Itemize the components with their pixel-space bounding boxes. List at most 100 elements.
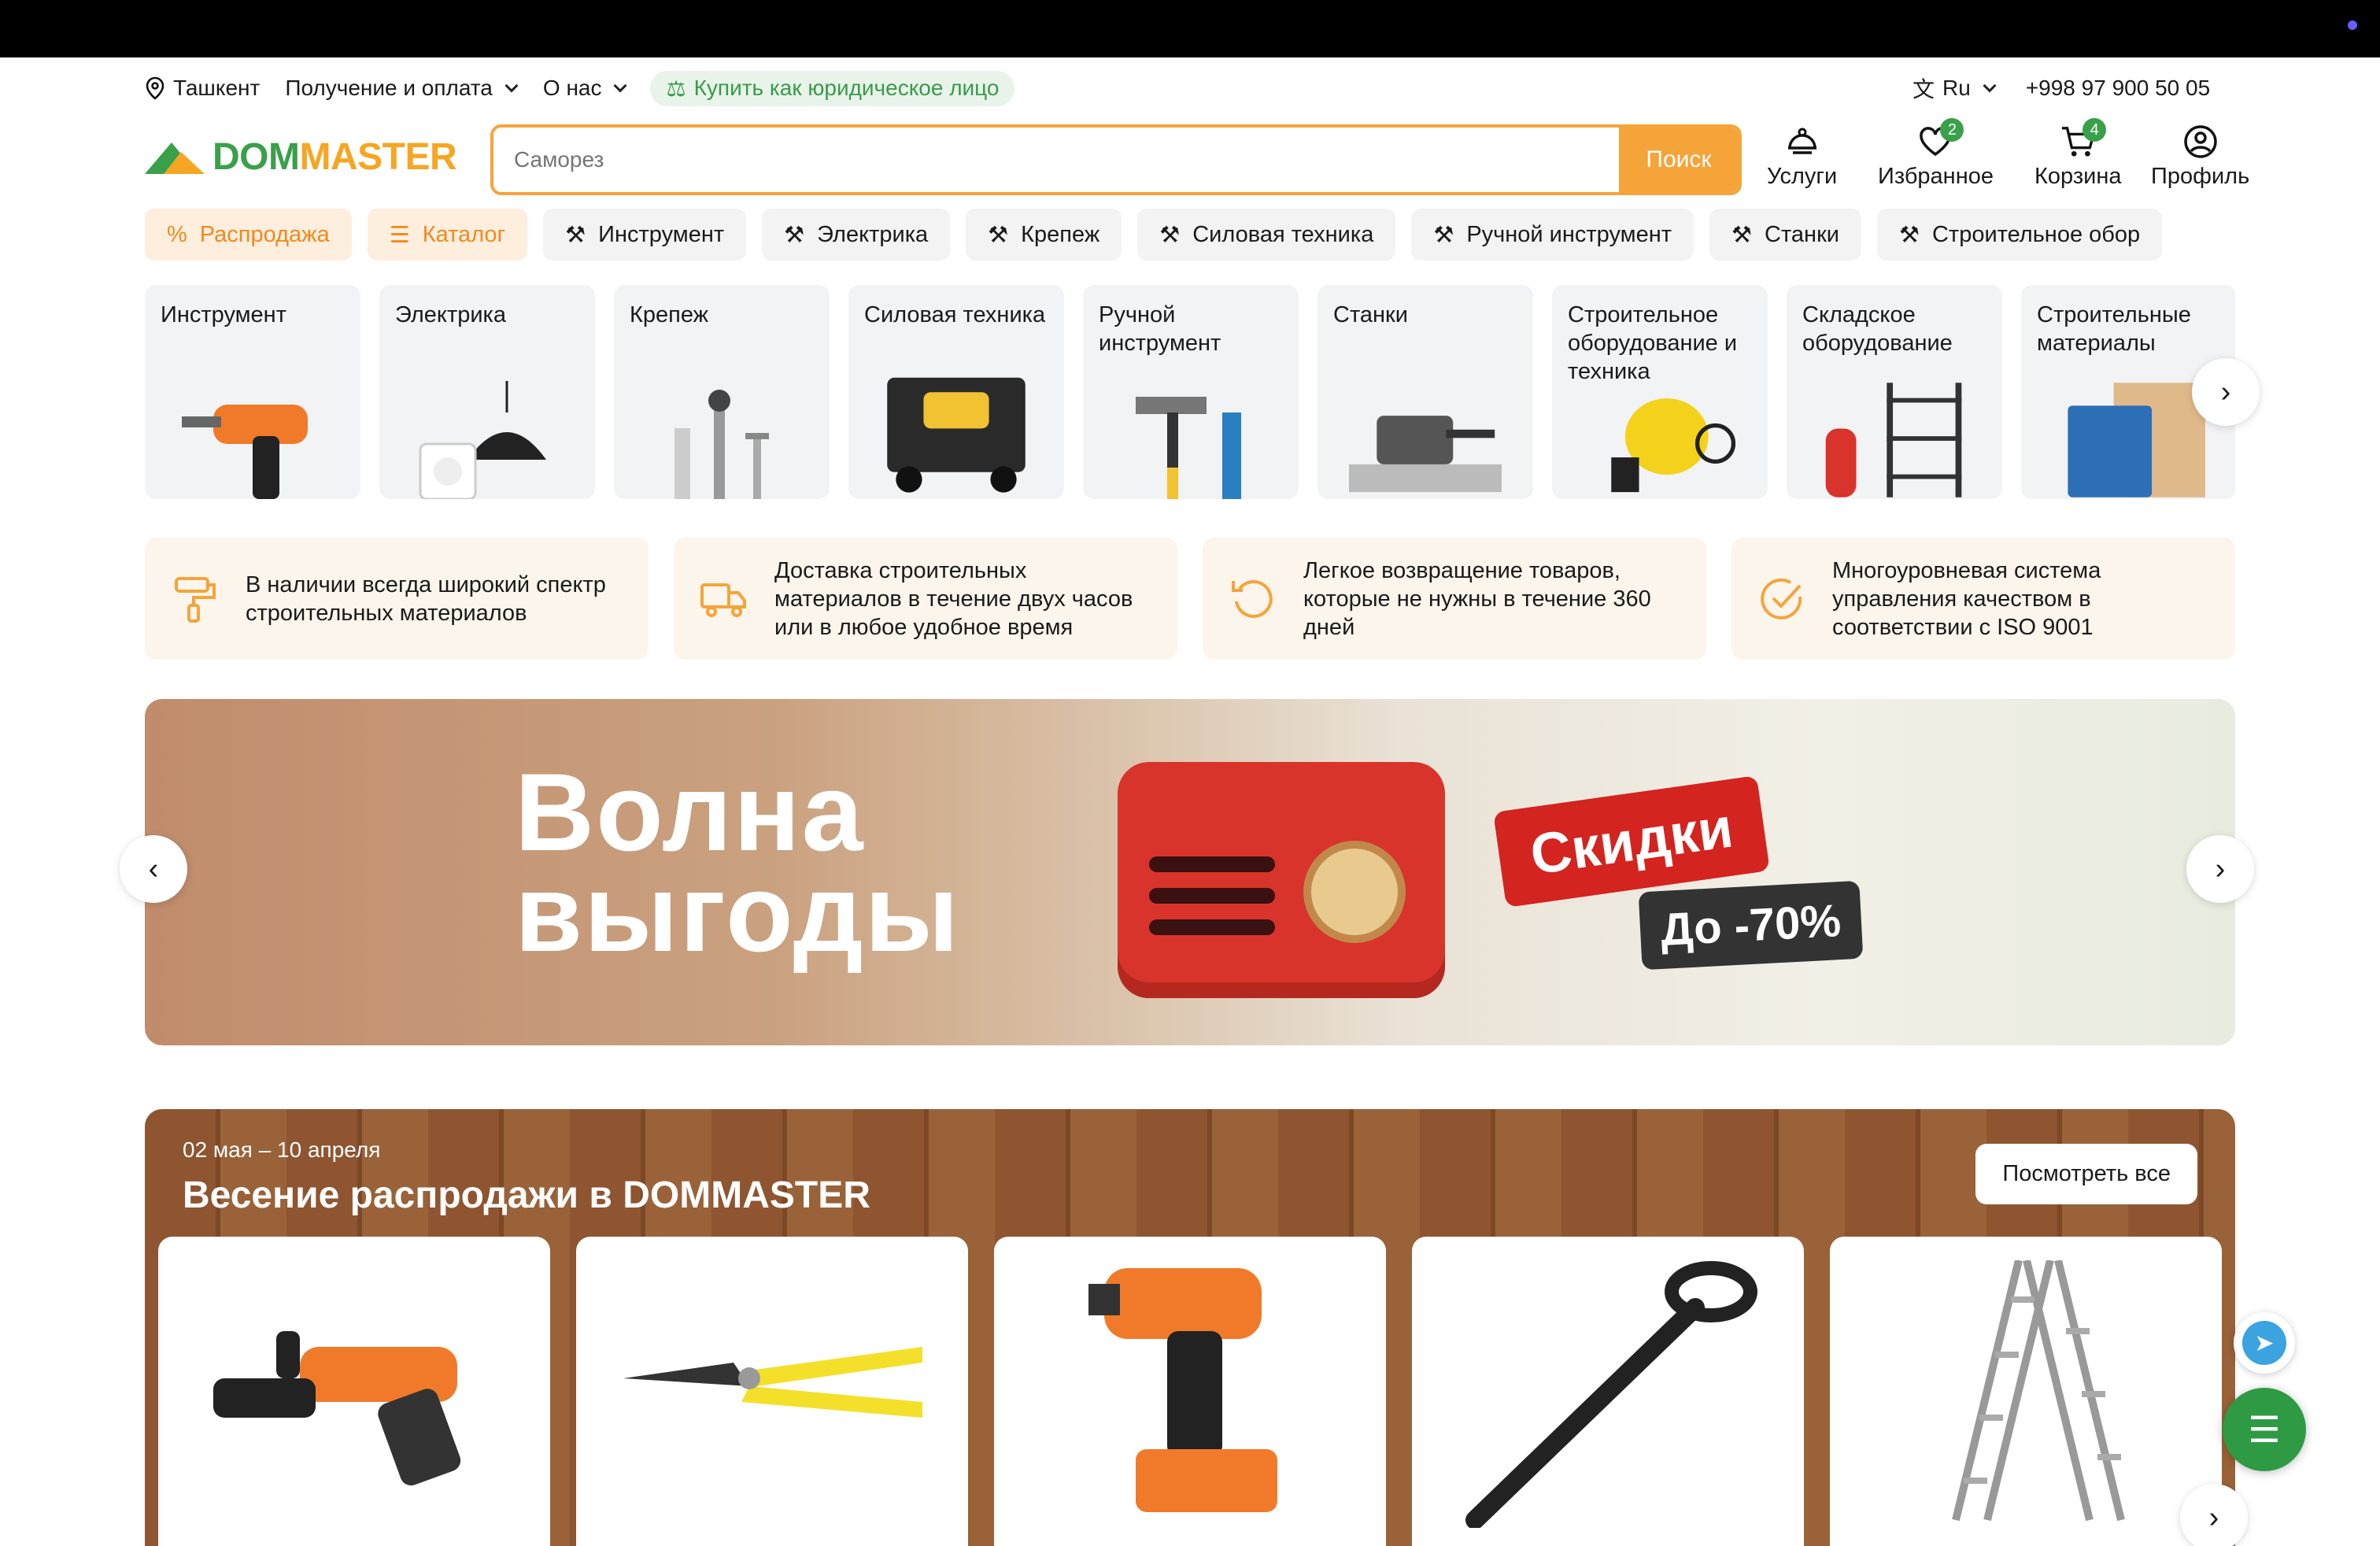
- city-selector[interactable]: Ташкент: [145, 76, 260, 101]
- tools-icon: ⚒: [988, 222, 1009, 248]
- check-circle-icon: [1758, 575, 1805, 623]
- profile-button[interactable]: Профиль: [2151, 124, 2249, 190]
- cement-bag-icon: [2053, 381, 2205, 499]
- category-label: Станки: [1333, 302, 1408, 327]
- promo-date: 02 мая – 10 апреля: [183, 1137, 381, 1162]
- category-label: Силовая техника: [864, 302, 1046, 327]
- favorites-badge: 2: [1940, 118, 1964, 142]
- telegram-button[interactable]: ➤: [2234, 1312, 2295, 1374]
- scales-icon: ⚖: [666, 76, 686, 101]
- paint-roller-icon: [172, 575, 219, 623]
- heart-icon: 2: [1918, 118, 1964, 159]
- chevron-left-icon: ‹: [148, 852, 159, 886]
- chevron-right-icon: ›: [2215, 852, 2226, 886]
- hero-banner[interactable]: Волна выгоды Скидки До -70%: [145, 699, 2235, 1045]
- chip-catalog[interactable]: ☰ Каталог: [367, 209, 528, 261]
- chip-construction[interactable]: ⚒ Строительное обор: [1876, 209, 2163, 261]
- category-card[interactable]: Складское оборудование: [1787, 285, 2002, 499]
- category-card[interactable]: Крепеж: [614, 285, 830, 499]
- language-selector[interactable]: 文 Ru: [1913, 72, 1997, 104]
- chip-instrument[interactable]: ⚒ Инструмент: [543, 209, 747, 261]
- product-card[interactable]: ★★★★☆ 3: [158, 1237, 550, 1546]
- about-menu[interactable]: О нас: [543, 76, 627, 101]
- category-card[interactable]: Ручной инструмент: [1083, 285, 1299, 499]
- category-label: Электрика: [395, 302, 507, 327]
- tools-icon: ⚒: [1731, 222, 1753, 248]
- services-label: Услуги: [1767, 164, 1838, 189]
- chip-power-equipment[interactable]: ⚒ Силовая техника: [1137, 209, 1396, 261]
- favorites-button[interactable]: 2 Избранное: [1878, 118, 1994, 190]
- chip-electrics[interactable]: ⚒ Электрика: [762, 209, 951, 261]
- chevron-down-icon: [1983, 79, 1997, 93]
- cart-button[interactable]: 4 Корзина: [2034, 118, 2122, 190]
- category-card[interactable]: Станки: [1318, 285, 1533, 499]
- search-button[interactable]: Поиск: [1619, 128, 1739, 192]
- category-card[interactable]: Инструмент: [145, 285, 360, 499]
- feature-card: В наличии всегда широкий спектр строител…: [145, 538, 649, 660]
- see-all-button[interactable]: Посмотреть все: [1975, 1144, 2197, 1204]
- product-card[interactable]: ★★★★★ 1: [1412, 1237, 1804, 1546]
- chip-hand-tools[interactable]: ⚒ Ручной инструмент: [1411, 209, 1694, 261]
- radio-dial: [1303, 841, 1406, 943]
- category-card[interactable]: Электрика: [379, 285, 595, 499]
- radio-image: [1118, 762, 1445, 998]
- cart-icon: 4: [2060, 118, 2107, 159]
- product-card[interactable]: ★★★★☆ 2: [994, 1237, 1386, 1546]
- legal-entity-link[interactable]: ⚖ Купить как юридическое лицо: [650, 70, 1015, 106]
- chat-icon: ☰: [2248, 1409, 2281, 1450]
- phone-link[interactable]: +998 97 900 50 05: [2026, 76, 2210, 101]
- services-icon: [1785, 124, 1820, 159]
- feature-text: Легкое возвращение товаров, которые не н…: [1303, 557, 1651, 640]
- favorites-label: Избранное: [1878, 164, 1994, 189]
- chip-label: Крепеж: [1021, 221, 1100, 247]
- search-input[interactable]: [493, 128, 1619, 192]
- banner-title-line1: Волна: [515, 750, 865, 874]
- cordless-drill-image: [1088, 1268, 1277, 1512]
- location-pin-icon: [146, 76, 164, 100]
- product-card[interactable]: ★★★★☆ 1: [576, 1237, 968, 1546]
- chat-button[interactable]: ☰: [2223, 1388, 2306, 1471]
- delivery-label: Получение и оплата: [285, 76, 493, 100]
- category-label: Складское оборудование: [1802, 302, 1953, 356]
- chip-machines[interactable]: ⚒ Станки: [1709, 209, 1861, 261]
- generator-icon: [880, 377, 1033, 499]
- percent-icon: %: [167, 221, 187, 247]
- chip-label: Электрика: [817, 221, 929, 247]
- promo-section: 02 мая – 10 апреля Весение распродажи в …: [145, 1109, 2235, 1546]
- browser-top-bar: [0, 0, 2380, 57]
- ladder-image: [1952, 1260, 2125, 1522]
- feature-text: Многоуровневая система управления качест…: [1832, 557, 2101, 640]
- product-card[interactable]: ★★★★☆ 2: [1830, 1237, 2222, 1546]
- chip-label: Инструмент: [598, 221, 725, 247]
- logo-part-master: MASTER: [299, 136, 457, 178]
- site-logo[interactable]: DOMMASTER: [145, 135, 457, 179]
- banner-next-button[interactable]: ›: [2186, 835, 2254, 903]
- category-label: Крепеж: [630, 302, 709, 327]
- category-next-button[interactable]: ›: [2192, 358, 2260, 426]
- category-carousel: Инструмент Электрика Крепеж Силовая техн…: [145, 285, 2235, 499]
- cart-label: Корзина: [2034, 164, 2122, 189]
- status-dot: [2348, 20, 2357, 30]
- cart-badge: 4: [2082, 118, 2107, 142]
- screws-icon: [645, 381, 798, 499]
- logo-part-dom: DOM: [213, 136, 300, 178]
- chevron-down-icon: [613, 79, 627, 93]
- feature-card: Доставка строительных материалов в течен…: [674, 538, 1177, 660]
- shelving-icon: [1818, 381, 1971, 499]
- profile-icon: [2183, 124, 2218, 159]
- banner-prev-button[interactable]: ‹: [120, 835, 187, 903]
- promo-next-button[interactable]: ›: [2180, 1484, 2248, 1546]
- tools-icon: ⚒: [565, 222, 586, 248]
- category-card[interactable]: Силовая техника: [848, 285, 1064, 499]
- chip-label: Силовая техника: [1192, 221, 1374, 247]
- category-label: Инструмент: [161, 302, 286, 327]
- delivery-menu[interactable]: Получение и оплата: [285, 76, 519, 101]
- category-card[interactable]: Строительное оборудование и техника: [1552, 285, 1768, 499]
- chip-sale[interactable]: % Распродажа: [145, 209, 352, 261]
- cable-tie-image: [1465, 1261, 1757, 1528]
- menu-icon: ☰: [389, 222, 410, 248]
- services-button[interactable]: Услуги: [1767, 124, 1837, 190]
- drill-icon: [176, 381, 329, 499]
- radio-grille: [1149, 888, 1275, 904]
- chip-fasteners[interactable]: ⚒ Крепеж: [966, 209, 1122, 261]
